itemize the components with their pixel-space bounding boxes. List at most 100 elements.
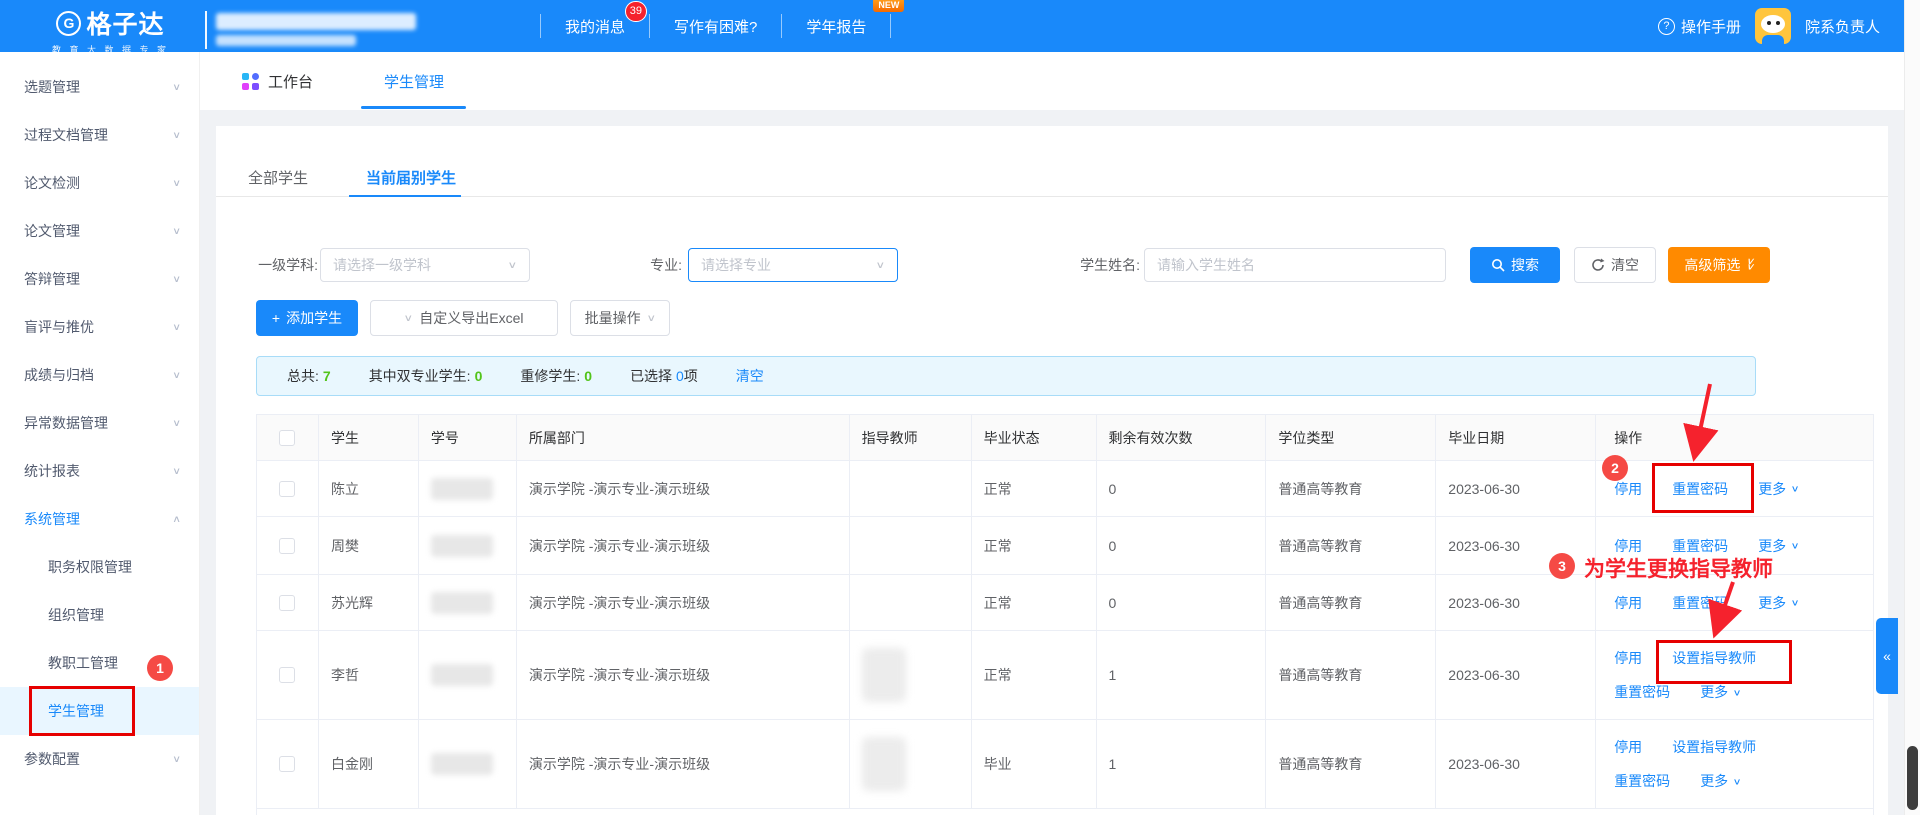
advanced-filter-button[interactable]: 高级筛选 ∨∨ [1668, 247, 1770, 283]
sidebar-item-system-management[interactable]: 系统管理 ∧ [0, 495, 199, 543]
disable-student-link[interactable]: 停用 [1614, 648, 1642, 668]
set-advisor-link[interactable]: 设置指导教师 [1672, 648, 1756, 668]
disable-student-link[interactable]: 停用 [1614, 479, 1642, 499]
student-name-input[interactable] [1144, 248, 1446, 282]
row-checkbox[interactable] [279, 756, 295, 772]
advisor-cell [850, 631, 972, 719]
app-header: G 格子达 教 育 大 数 据 专 家 我的消息 39 写作有困难? 学年报告 … [0, 0, 1904, 52]
tab-student-management[interactable]: 学生管理 [384, 52, 444, 110]
clear-refresh-icon [1591, 258, 1605, 272]
sidebar-item-topic-management[interactable]: 选题管理∨ [0, 63, 199, 111]
student-table-body: 陈立演示学院 -演示专业-演示班级正常0普通高等教育2023-06-30停用重置… [257, 461, 1874, 809]
sidebar-item-paper-check[interactable]: 论文检测∨ [0, 159, 199, 207]
clear-selection-link[interactable]: 清空 [736, 366, 764, 386]
more-dropdown-link[interactable]: 更多∨ [1758, 479, 1799, 499]
remaining-checks-cell: 1 [1097, 720, 1267, 808]
sidebar-item-paper-management[interactable]: 论文管理∨ [0, 207, 199, 255]
actions-wrap: 停用 重置密码 更多∨ [1614, 479, 1799, 499]
remaining-checks-cell: 0 [1097, 517, 1267, 574]
message-count-badge: 39 [625, 1, 647, 22]
search-button[interactable]: 搜索 [1470, 247, 1560, 283]
chevron-down-icon: ∨ [172, 753, 181, 764]
subtab-all-students[interactable]: 全部学生 [248, 167, 308, 188]
discipline-label: 一级学科: [238, 248, 318, 282]
sidebar-collapse-tab[interactable]: « [1876, 618, 1898, 694]
row-checkbox[interactable] [279, 481, 295, 497]
select-all-checkbox[interactable] [279, 430, 295, 446]
nav-annual-report[interactable]: 学年报告 NEW [782, 16, 890, 37]
logo-icon: G [56, 11, 81, 36]
remaining-checks-cell: 1 [1097, 631, 1267, 719]
advisor-redacted [862, 737, 906, 791]
export-excel-button[interactable]: ∨ 自定义导出Excel [370, 300, 558, 336]
sidebar-item-blind-review-recommendation[interactable]: 盲评与推优∨ [0, 303, 199, 351]
col-degree-type: 学位类型 [1266, 415, 1436, 460]
graduation-status-cell: 毕业 [972, 720, 1097, 808]
major-label: 专业: [632, 248, 682, 282]
remaining-checks-cell: 0 [1097, 575, 1267, 630]
sidebar-item-process-document-management[interactable]: 过程文档管理∨ [0, 111, 199, 159]
student-name-label: 学生姓名: [1062, 248, 1140, 282]
more-dropdown-link[interactable]: 更多∨ [1700, 771, 1741, 791]
row-checkbox[interactable] [279, 667, 295, 683]
app-logo: G 格子达 教 育 大 数 据 专 家 [18, 5, 203, 56]
department-cell: 演示学院 -演示专业-演示班级 [517, 575, 850, 630]
reset-password-link[interactable]: 重置密码 [1614, 771, 1670, 791]
nav-my-messages[interactable]: 我的消息 39 [541, 16, 649, 37]
more-dropdown-link[interactable]: 更多∨ [1700, 682, 1741, 702]
student-id-redacted [431, 664, 493, 686]
graduation-status-cell: 正常 [972, 575, 1097, 630]
chevron-down-icon: ∨ [172, 321, 181, 332]
chevron-up-icon: ∧ [172, 513, 181, 524]
major-select[interactable]: 请选择专业 ∨ [688, 248, 898, 282]
subtab-current-cohort[interactable]: 当前届别学生 [366, 167, 456, 188]
sidebar-item-statistics-report[interactable]: 统计报表∨ [0, 447, 199, 495]
sidebar-item-abnormal-data-management[interactable]: 异常数据管理∨ [0, 399, 199, 447]
sidebar-item-student-management[interactable]: 学生管理 [0, 687, 199, 735]
more-dropdown-link[interactable]: 更多∨ [1758, 593, 1799, 613]
batch-operation-button[interactable]: 批量操作 ∨ [570, 300, 670, 336]
degree-type-cell: 普通高等教育 [1266, 720, 1436, 808]
chevron-down-icon: ∨ [646, 312, 656, 323]
sidebar-item-grades-archive[interactable]: 成绩与归档∨ [0, 351, 199, 399]
chevron-down-icon: ∨ [1791, 597, 1800, 607]
sidebar-item-label: 组织管理 [48, 605, 104, 625]
header-right: ? 操作手册 院系负责人 [1658, 0, 1880, 52]
disable-student-link[interactable]: 停用 [1614, 737, 1642, 757]
top-tabbar: 工作台 学生管理 [200, 52, 1904, 110]
chevron-down-icon: ∨ [508, 259, 518, 270]
actions-wrap: 停用 设置指导教师重置密码 更多∨ [1614, 648, 1756, 702]
clear-button[interactable]: 清空 [1574, 247, 1656, 283]
set-advisor-link[interactable]: 设置指导教师 [1672, 737, 1756, 757]
col-student-id: 学号 [419, 415, 517, 460]
app-screen: G 格子达 教 育 大 数 据 专 家 我的消息 39 写作有困难? 学年报告 … [0, 0, 1920, 815]
disable-student-link[interactable]: 停用 [1614, 593, 1642, 613]
sidebar-item-defense-management[interactable]: 答辩管理∨ [0, 255, 199, 303]
row-checkbox[interactable] [279, 538, 295, 554]
sidebar-item-organization-management[interactable]: 组织管理 [0, 591, 199, 639]
advisor-cell [850, 720, 972, 808]
degree-type-cell: 普通高等教育 [1266, 461, 1436, 516]
add-student-button[interactable]: + 添加学生 [256, 300, 358, 336]
manual-link[interactable]: ? 操作手册 [1658, 16, 1741, 37]
tab-workspace[interactable]: 工作台 [242, 52, 313, 110]
user-avatar[interactable] [1755, 8, 1791, 44]
table-header: 学生学号所属部门指导教师毕业状态剩余有效次数学位类型毕业日期操作 [257, 415, 1874, 461]
discipline-select[interactable]: 请选择一级学科 ∨ [320, 248, 530, 282]
user-role-label[interactable]: 院系负责人 [1805, 16, 1880, 37]
sidebar-item-parameter-config[interactable]: 参数配置∨ [0, 735, 199, 783]
row-checkbox[interactable] [279, 595, 295, 611]
sidebar-item-role-permission-management[interactable]: 职务权限管理 [0, 543, 199, 591]
department-cell: 演示学院 -演示专业-演示班级 [517, 461, 850, 516]
reset-password-link[interactable]: 重置密码 [1672, 593, 1728, 613]
graduation-status-cell: 正常 [972, 517, 1097, 574]
step-badge-1: 1 [147, 655, 173, 681]
nav-writing-help[interactable]: 写作有困难? [650, 16, 781, 37]
reset-password-link[interactable]: 重置密码 [1672, 479, 1728, 499]
reset-password-link[interactable]: 重置密码 [1614, 682, 1670, 702]
sidebar-item-label: 系统管理 [24, 509, 80, 529]
chevron-down-icon: ∨ [172, 225, 181, 236]
student-id-cell [419, 461, 517, 516]
advisor-redacted [862, 648, 906, 702]
scrollbar-thumb[interactable] [1907, 746, 1918, 810]
